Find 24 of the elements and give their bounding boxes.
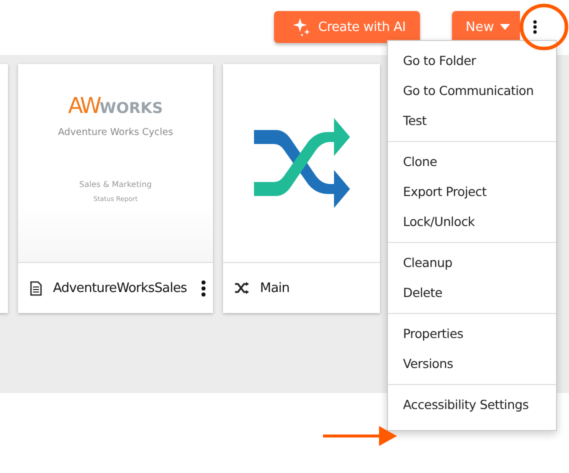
project-card[interactable]: Main [223, 64, 380, 313]
shuffle-icon [235, 282, 249, 294]
report-subject: Sales & Marketing [79, 180, 152, 189]
logo-word: WORKS [100, 99, 163, 117]
menu-item[interactable]: Test [388, 106, 556, 136]
sparkle-icon [292, 17, 312, 37]
logo-mark: AW [68, 94, 100, 119]
menu-item[interactable]: Lock/Unlock [388, 207, 556, 237]
menu-item[interactable]: Export Project [388, 177, 556, 207]
menu-item[interactable]: Delete [388, 278, 556, 308]
menu-item[interactable]: Versions [388, 349, 556, 379]
vertical-dots-icon[interactable] [201, 280, 206, 297]
card-title: Main [260, 280, 290, 296]
menu-item[interactable]: Clone [388, 147, 556, 177]
company-name: Adventure Works Cycles [58, 127, 174, 138]
menu-item[interactable]: Accessibility Settings [388, 390, 556, 420]
menu-item[interactable]: Cleanup [388, 248, 556, 278]
menu-item[interactable]: Properties [388, 319, 556, 349]
document-icon [30, 280, 42, 296]
menu-item[interactable]: Go to Folder [388, 46, 556, 76]
menu-item[interactable]: Go to Communication [388, 76, 556, 106]
caret-icon [500, 24, 510, 30]
card-title: AdventureWorksSales [53, 280, 188, 296]
vertical-dots-icon [533, 20, 537, 34]
